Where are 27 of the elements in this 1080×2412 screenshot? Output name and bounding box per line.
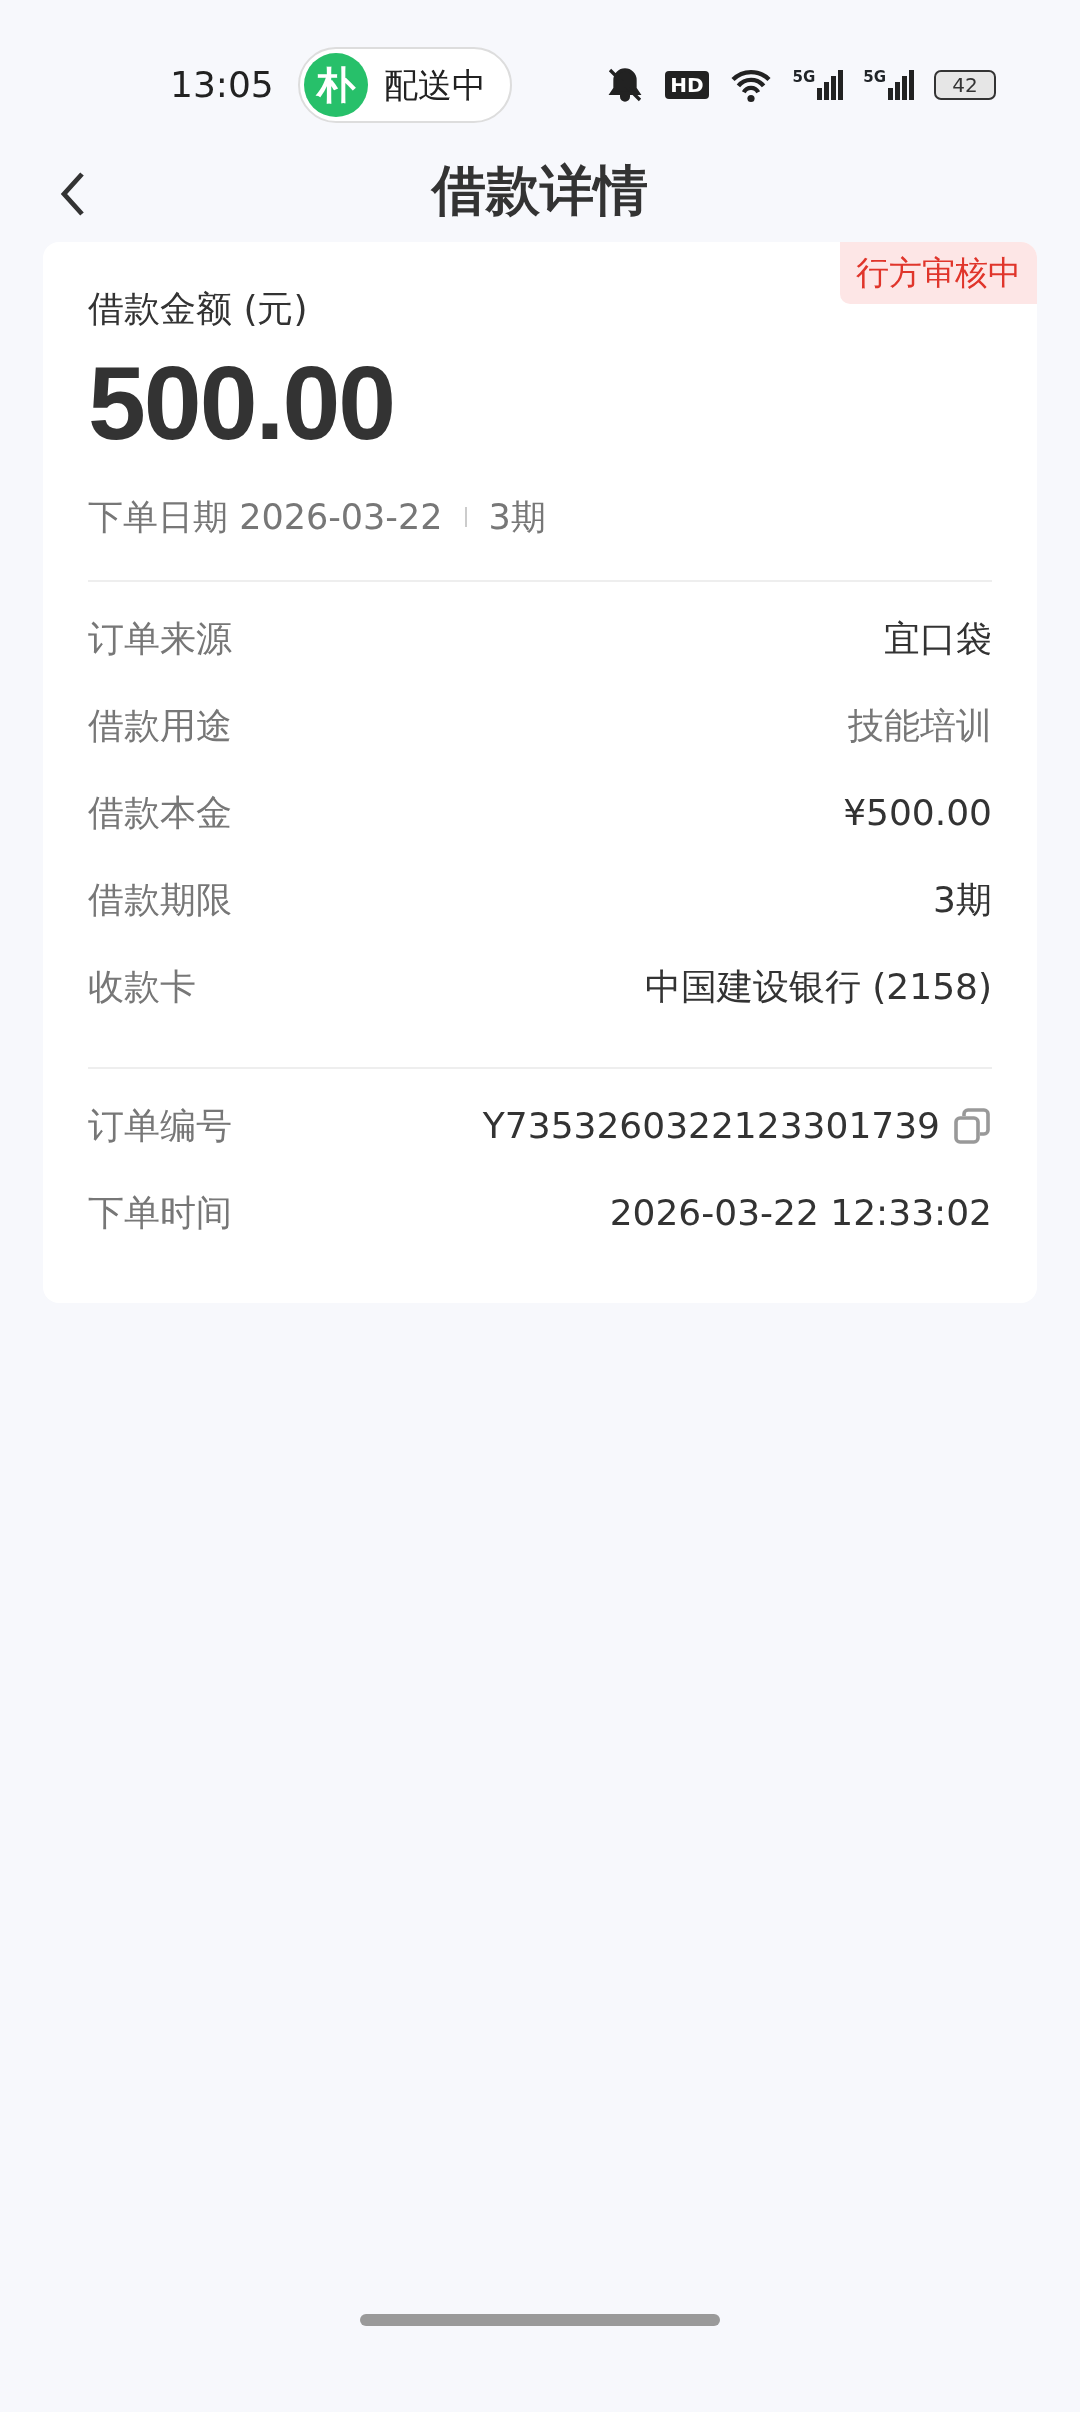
detail-value: 2026-03-22 12:33:02 (609, 1191, 992, 1236)
hd-icon: HD (665, 71, 709, 99)
page-title: 借款详情 (432, 157, 648, 224)
detail-label: 借款本金 (88, 791, 232, 836)
amount-value: 500.00 (88, 344, 395, 463)
battery-icon: 42 (934, 70, 996, 100)
status-time: 13:05 (170, 63, 274, 107)
avatar-icon: 朴 (303, 53, 368, 117)
detail-value: Y7353260322123301739 (482, 1104, 940, 1149)
detail-value: ¥500.00 (843, 791, 992, 836)
detail-value: 技能培训 (848, 704, 992, 749)
activity-pill[interactable]: 朴 配送中 (297, 47, 512, 123)
detail-label: 订单来源 (88, 617, 232, 662)
detail-label: 订单编号 (88, 1104, 232, 1149)
detail-label: 下单时间 (88, 1191, 232, 1236)
detail-value: 宜口袋 (884, 617, 992, 662)
detail-value: 3期 (933, 878, 992, 923)
detail-label: 借款用途 (88, 704, 232, 749)
amount-label: 借款金额 (元) (88, 287, 309, 331)
order-date: 下单日期 2026-03-22 (88, 496, 443, 540)
status-badge: 行方审核中 (840, 242, 1037, 304)
activity-text: 配送中 (383, 63, 486, 107)
term-text: 3期 (488, 496, 546, 540)
detail-label: 借款期限 (88, 878, 232, 923)
detail-label: 收款卡 (88, 965, 196, 1010)
detail-value: 中国建设银行 (2158) (644, 965, 992, 1010)
copy-icon[interactable] (952, 1106, 992, 1147)
